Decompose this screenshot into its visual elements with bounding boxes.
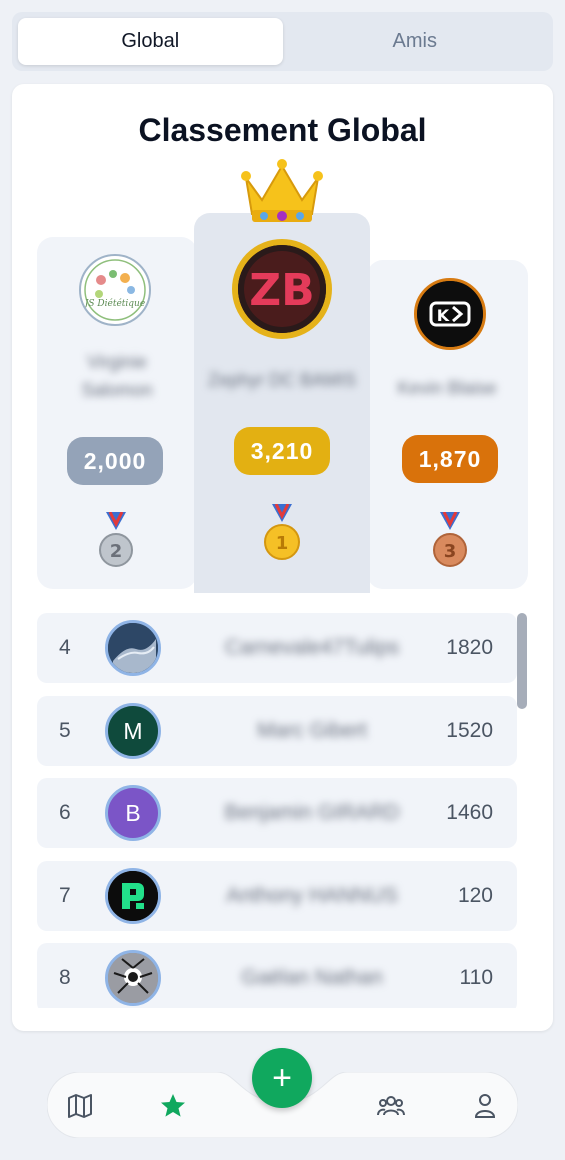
tab-global[interactable]: Global: [18, 18, 283, 65]
rank-number: 8: [59, 966, 71, 989]
player-name: Gaëlan Nathan: [241, 966, 383, 989]
podium-score-first: 3,210: [234, 427, 330, 475]
player-score: 120: [457, 884, 493, 907]
row-avatar: M: [105, 703, 161, 759]
rank-number: 4: [59, 636, 71, 659]
gold-medal-icon: 1: [264, 504, 300, 560]
map-icon[interactable]: [65, 1091, 95, 1121]
podium-name-third: Kevin Blaise: [397, 378, 497, 398]
ranking-row[interactable]: 6 B Benjamin GIRARD 1460: [37, 778, 517, 848]
page-title: Classement Global: [138, 112, 427, 148]
silver-medal-icon: 2: [99, 512, 133, 567]
player-score: 1460: [446, 801, 493, 824]
player-name: Carnevale47Tulips: [224, 636, 400, 659]
row-avatar: [105, 620, 161, 676]
ranking-list[interactable]: 4 Carnevale47Tulips 1820 5 M Marc Gibert…: [37, 613, 517, 1008]
row-avatar: [105, 950, 161, 1006]
rank-number: 7: [59, 884, 71, 907]
row-avatar: B: [105, 785, 161, 841]
ranking-row[interactable]: 8 Gaëlan Nathan 110: [37, 943, 517, 1008]
bronze-medal-icon: 3: [433, 512, 467, 567]
avatar-first[interactable]: ZB: [232, 239, 332, 339]
medal-second-number: 2: [110, 541, 123, 562]
avatar-third[interactable]: K: [414, 278, 486, 350]
medal-first-number: 1: [276, 533, 289, 554]
rank-number: 6: [59, 801, 71, 824]
add-button[interactable]: +: [252, 1048, 312, 1108]
player-name: Anthony HANNUS: [226, 884, 398, 907]
ranking-row[interactable]: 4 Carnevale47Tulips 1820: [37, 613, 517, 683]
podium-name-second: Virginie Salomon: [81, 352, 153, 400]
group-icon[interactable]: [376, 1091, 406, 1121]
avatar-second-text: JS Diététique: [83, 298, 145, 309]
leaderboard-card: Classement Global JS Diététique ZB K Vir…: [12, 84, 553, 1031]
avatar-second[interactable]: JS Diététique: [79, 254, 151, 326]
player-score: 1820: [446, 636, 493, 659]
podium-score-second: 2,000: [67, 437, 163, 485]
tab-friends[interactable]: Amis: [283, 18, 548, 65]
row-avatar: [105, 868, 161, 924]
leaderboard-tabs: Global Amis: [12, 12, 553, 71]
list-scrollbar[interactable]: [517, 613, 527, 709]
podium-name-first: Zephyr DC BAMIS: [207, 370, 357, 390]
avatar-third-text: K: [437, 306, 450, 325]
profile-icon[interactable]: [470, 1091, 500, 1121]
player-name: Marc Gibert: [257, 719, 367, 742]
ranking-row[interactable]: 7 Anthony HANNUS 120: [37, 861, 517, 931]
podium-score-third: 1,870: [402, 435, 498, 483]
star-icon[interactable]: [158, 1091, 188, 1121]
player-name: Benjamin GIRARD: [224, 801, 400, 824]
ranking-row[interactable]: 5 M Marc Gibert 1520: [37, 696, 517, 766]
medal-third-number: 3: [444, 541, 457, 562]
rank-number: 5: [59, 719, 71, 742]
player-score: 110: [459, 966, 493, 989]
crown-icon: [241, 159, 323, 222]
player-score: 1520: [446, 719, 493, 742]
avatar-first-text: ZB: [249, 265, 314, 316]
